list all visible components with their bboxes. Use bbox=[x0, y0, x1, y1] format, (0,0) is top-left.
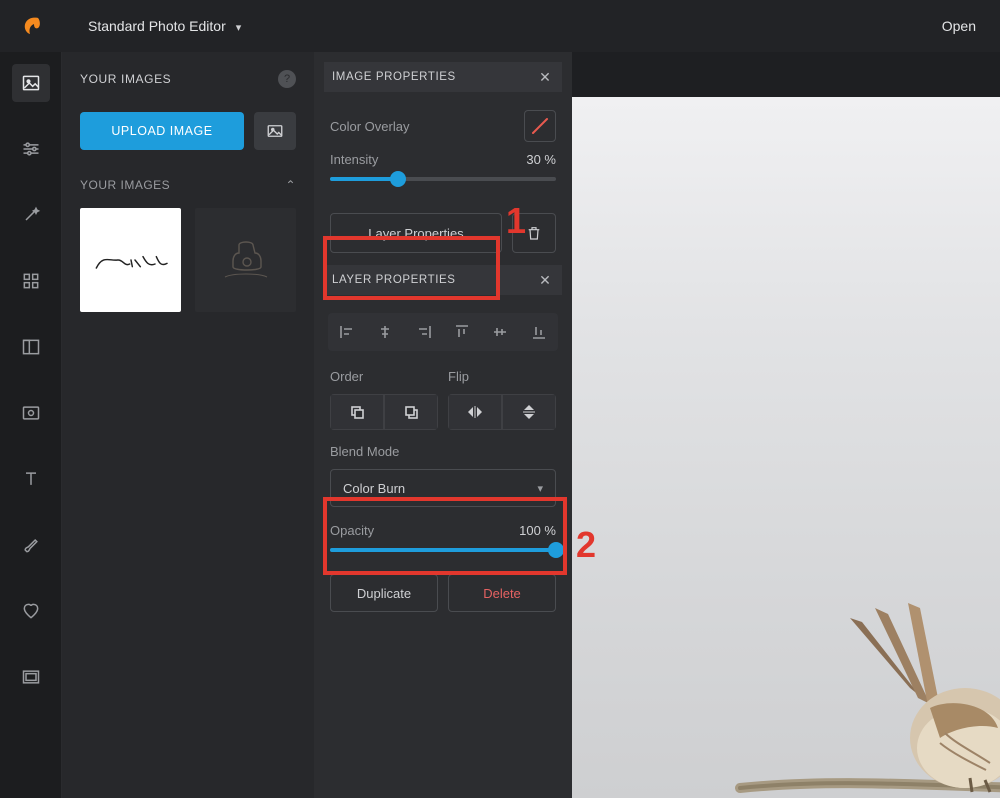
bird-graphic bbox=[780, 548, 1000, 798]
align-right-icon[interactable] bbox=[407, 317, 441, 347]
opacity-value: 100 % bbox=[519, 523, 556, 538]
rail-panel-icon[interactable] bbox=[12, 328, 50, 366]
opacity-slider-knob[interactable] bbox=[548, 542, 564, 558]
align-center-v-icon[interactable] bbox=[483, 317, 517, 347]
panel-header-title: YOUR IMAGES bbox=[80, 72, 171, 86]
blend-mode-label: Blend Mode bbox=[330, 444, 556, 459]
order-back-button[interactable] bbox=[384, 394, 438, 430]
flip-horizontal-button[interactable] bbox=[448, 394, 502, 430]
rail-wand-icon[interactable] bbox=[12, 196, 50, 234]
order-label: Order bbox=[330, 369, 438, 384]
opacity-slider-fill bbox=[330, 548, 556, 552]
rail-grid-icon[interactable] bbox=[12, 262, 50, 300]
rail-frame-icon[interactable] bbox=[12, 658, 50, 696]
intensity-label: Intensity bbox=[330, 152, 378, 167]
delete-image-button[interactable] bbox=[512, 213, 556, 253]
flip-vertical-button[interactable] bbox=[502, 394, 556, 430]
alignment-toolbar bbox=[328, 313, 558, 351]
rail-image-icon[interactable] bbox=[12, 64, 50, 102]
blend-mode-select[interactable]: Color Burn ▾ bbox=[330, 469, 556, 507]
rail-heart-icon[interactable] bbox=[12, 592, 50, 630]
canvas-area bbox=[572, 52, 1000, 798]
intensity-slider-knob[interactable] bbox=[390, 171, 406, 187]
order-front-button[interactable] bbox=[330, 394, 384, 430]
thumbnail-1[interactable] bbox=[80, 208, 181, 312]
upload-image-button[interactable]: UPLOAD IMAGE bbox=[80, 112, 244, 150]
rail-camera-icon[interactable] bbox=[12, 394, 50, 432]
chevron-up-icon: ⌃ bbox=[285, 178, 296, 192]
delete-button[interactable]: Delete bbox=[448, 574, 556, 612]
app-logo bbox=[20, 14, 44, 38]
opacity-label: Opacity bbox=[330, 523, 374, 538]
app-title-text: Standard Photo Editor bbox=[88, 18, 226, 34]
align-bottom-icon[interactable] bbox=[522, 317, 556, 347]
help-icon[interactable]: ? bbox=[278, 70, 296, 88]
app-title-dropdown[interactable]: Standard Photo Editor ▾ bbox=[88, 18, 241, 34]
color-overlay-label: Color Overlay bbox=[330, 119, 409, 134]
intensity-value: 30 % bbox=[526, 152, 556, 167]
topbar: Standard Photo Editor ▾ Open bbox=[0, 0, 1000, 52]
flip-label: Flip bbox=[448, 369, 556, 384]
align-top-icon[interactable] bbox=[445, 317, 479, 347]
images-section-toggle[interactable]: YOUR IMAGES ⌃ bbox=[80, 178, 296, 192]
close-image-properties-icon[interactable]: ✕ bbox=[536, 68, 554, 86]
rail-text-icon[interactable] bbox=[12, 460, 50, 498]
align-left-icon[interactable] bbox=[330, 317, 364, 347]
your-images-panel: YOUR IMAGES ? UPLOAD IMAGE YOUR IMAGES ⌃ bbox=[62, 52, 314, 798]
blend-mode-value: Color Burn bbox=[343, 481, 405, 496]
properties-panel: IMAGE PROPERTIES ✕ Color Overlay Intensi… bbox=[314, 52, 572, 798]
layer-properties-title: LAYER PROPERTIES bbox=[332, 274, 456, 286]
opacity-slider[interactable] bbox=[330, 548, 556, 552]
chevron-down-icon: ▾ bbox=[537, 482, 543, 495]
close-layer-properties-icon[interactable]: ✕ bbox=[536, 271, 554, 289]
color-overlay-swatch[interactable] bbox=[524, 110, 556, 142]
images-section-label: YOUR IMAGES bbox=[80, 178, 170, 192]
duplicate-button[interactable]: Duplicate bbox=[330, 574, 438, 612]
canvas-image[interactable] bbox=[572, 97, 1000, 798]
panel-header: YOUR IMAGES ? bbox=[80, 70, 296, 88]
intensity-slider-fill bbox=[330, 177, 398, 181]
open-button[interactable]: Open bbox=[942, 18, 976, 34]
rail-adjust-icon[interactable] bbox=[12, 130, 50, 168]
rail-brush-icon[interactable] bbox=[12, 526, 50, 564]
align-center-h-icon[interactable] bbox=[368, 317, 402, 347]
image-thumbnails bbox=[80, 208, 296, 312]
layer-properties-button[interactable]: Layer Properties bbox=[330, 213, 502, 253]
layer-properties-header: LAYER PROPERTIES ✕ bbox=[324, 265, 562, 295]
browse-library-button[interactable] bbox=[254, 112, 296, 150]
thumbnail-2[interactable] bbox=[195, 208, 296, 312]
intensity-slider[interactable] bbox=[330, 177, 556, 181]
image-properties-header: IMAGE PROPERTIES ✕ bbox=[324, 62, 562, 92]
image-properties-title: IMAGE PROPERTIES bbox=[332, 71, 456, 83]
left-rail bbox=[0, 52, 62, 798]
chevron-down-icon: ▾ bbox=[236, 21, 242, 34]
